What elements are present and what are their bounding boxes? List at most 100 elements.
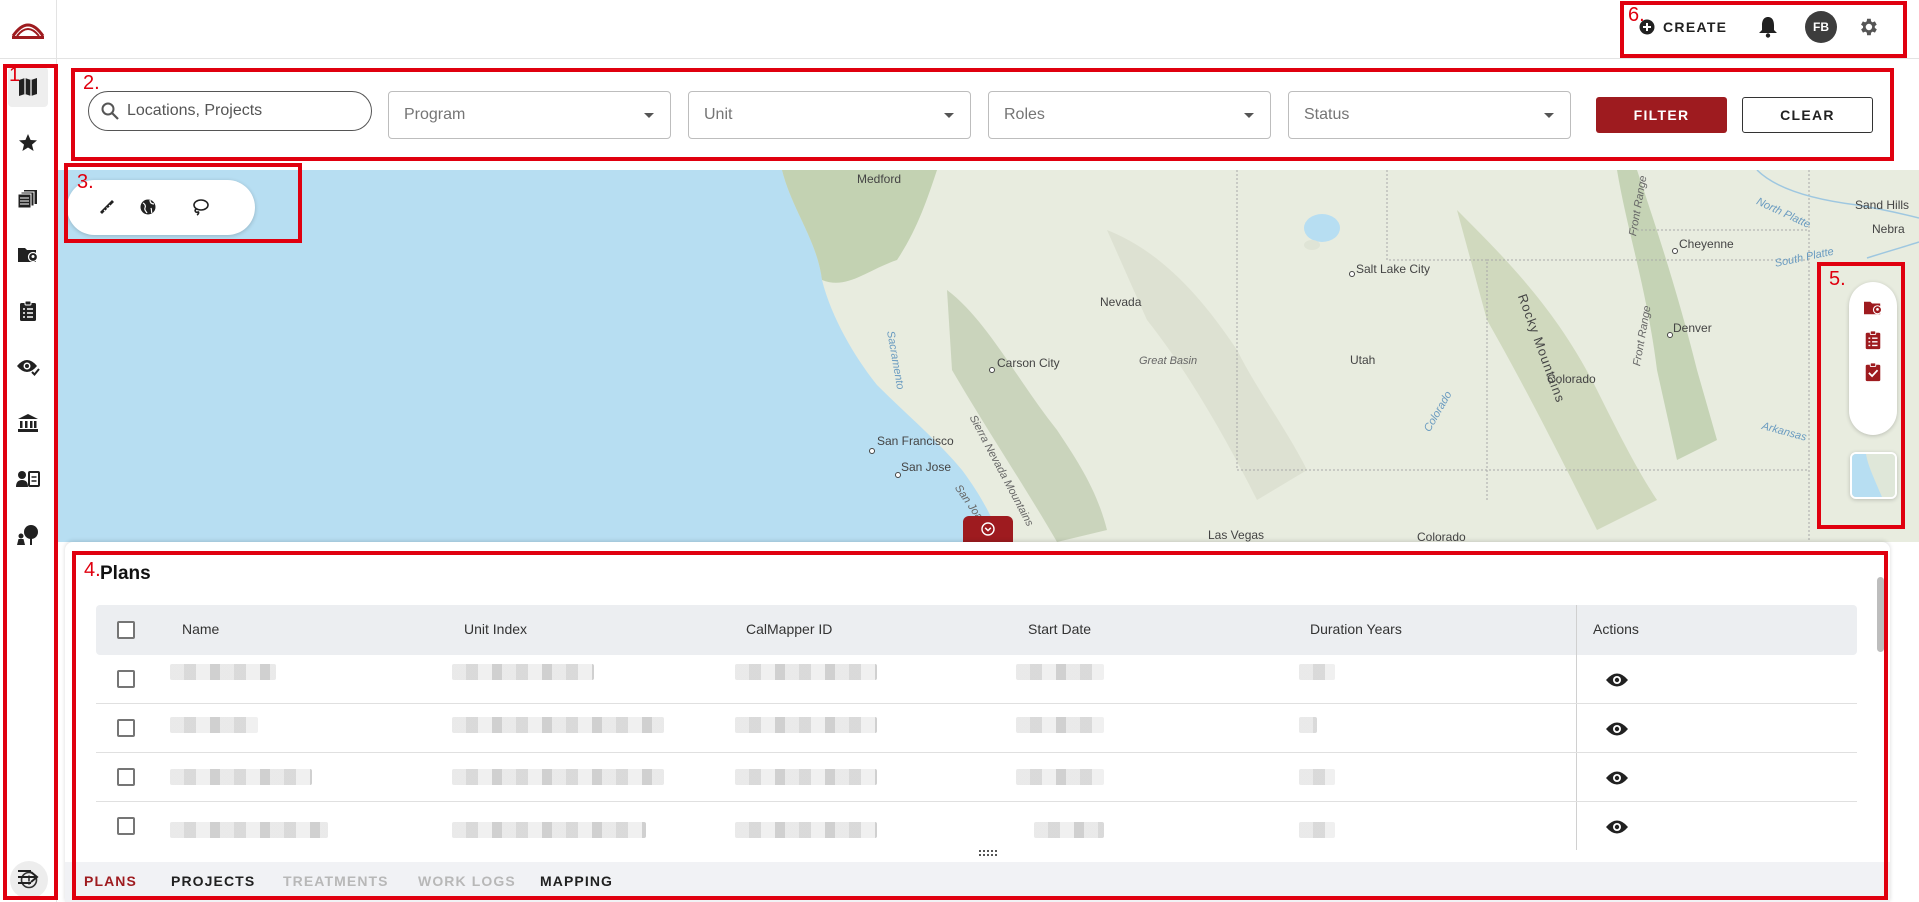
sidebar-item-projects[interactable] xyxy=(8,235,48,275)
bank-icon xyxy=(18,414,38,432)
sidebar-item-institutions[interactable] xyxy=(8,403,48,443)
city-marker xyxy=(1672,248,1678,254)
annotation-label-5: 5. xyxy=(1829,268,1846,290)
search-field[interactable] xyxy=(88,91,372,131)
sidebar-item-plans[interactable] xyxy=(8,179,48,219)
city-marker xyxy=(869,448,875,454)
map-label: San Francisco xyxy=(877,434,954,448)
active-tab-indicator xyxy=(72,897,154,900)
column-header-unit-index[interactable]: Unit Index xyxy=(464,621,527,637)
map-label: Las Vegas xyxy=(1208,528,1265,542)
redacted-cell xyxy=(452,822,646,838)
annotation-label-4: 4. xyxy=(84,559,101,581)
projects-layer-toggle[interactable] xyxy=(1861,296,1885,320)
collapse-map-button[interactable] xyxy=(963,516,1013,542)
chevron-down-icon xyxy=(1244,113,1254,118)
tab-treatments: TREATMENTS xyxy=(283,873,389,889)
map-label: Colorado xyxy=(1417,530,1466,542)
measure-tool[interactable] xyxy=(93,193,121,221)
redacted-cell xyxy=(1034,822,1104,838)
tree-person-icon xyxy=(17,525,38,545)
tab-projects[interactable]: PROJECTS xyxy=(171,873,255,889)
city-marker xyxy=(1349,271,1355,277)
column-header-duration-years[interactable]: Duration Years xyxy=(1310,621,1402,637)
tab-work-logs: WORK LOGS xyxy=(418,873,516,889)
column-header-name[interactable]: Name xyxy=(182,621,219,637)
sidebar-item-favorites[interactable] xyxy=(8,123,48,163)
sidebar-item-inspections[interactable] xyxy=(8,347,48,387)
row-checkbox[interactable] xyxy=(117,817,135,835)
view-button[interactable] xyxy=(1604,817,1630,837)
program-select[interactable]: Program xyxy=(388,91,671,139)
chevron-down-icon xyxy=(944,113,954,118)
row-checkbox[interactable] xyxy=(117,719,135,737)
globe-icon xyxy=(140,199,156,215)
eye-icon xyxy=(1606,820,1628,834)
view-button[interactable] xyxy=(1604,768,1630,788)
notifications-button[interactable] xyxy=(1753,12,1783,42)
app-logo[interactable] xyxy=(0,0,57,59)
redacted-cell xyxy=(1299,717,1317,733)
tab-plans[interactable]: PLANS xyxy=(84,873,137,889)
select-all-checkbox[interactable] xyxy=(117,621,135,639)
map-label: San Jose xyxy=(901,460,952,474)
redacted-cell xyxy=(1016,769,1104,785)
redacted-cell xyxy=(735,769,877,785)
star-icon xyxy=(19,134,37,151)
column-header-actions: Actions xyxy=(1593,621,1639,637)
settings-button[interactable] xyxy=(1853,12,1883,42)
worklogs-layer-toggle[interactable] xyxy=(1861,360,1885,384)
table-row[interactable] xyxy=(96,655,1857,704)
map-label: Cheyenne xyxy=(1679,237,1734,251)
map-label: Salt Lake City xyxy=(1356,262,1431,276)
lasso-tool[interactable] xyxy=(186,193,214,221)
lasso-icon xyxy=(193,199,209,216)
ruler-icon xyxy=(100,200,114,214)
create-button[interactable]: CREATE xyxy=(1633,12,1733,42)
treatments-layer-toggle[interactable] xyxy=(1861,328,1885,352)
map-canvas[interactable]: Medford Nevada Salt Lake City Carson Cit… xyxy=(57,170,1919,542)
redacted-cell xyxy=(735,664,877,680)
redacted-cell xyxy=(735,822,877,838)
vertical-scrollbar[interactable] xyxy=(1877,577,1884,652)
clear-button[interactable]: CLEAR xyxy=(1742,97,1873,133)
basemap-toggle[interactable] xyxy=(1850,452,1897,499)
map-label: Denver xyxy=(1673,321,1712,335)
user-avatar[interactable]: FB xyxy=(1805,11,1837,43)
column-header-calmapper-id[interactable]: CalMapper ID xyxy=(746,621,832,637)
contact-card-icon xyxy=(16,471,40,487)
unit-select[interactable]: Unit xyxy=(688,91,971,139)
map-label: Utah xyxy=(1350,353,1376,367)
table-row[interactable] xyxy=(96,704,1857,753)
sidebar-item-contacts[interactable] xyxy=(8,459,48,499)
sidebar-item-treatments[interactable] xyxy=(8,291,48,331)
row-checkbox[interactable] xyxy=(117,670,135,688)
filter-button[interactable]: FILTER xyxy=(1596,97,1727,133)
table-row[interactable] xyxy=(96,753,1857,802)
clipboard-list-icon xyxy=(20,300,36,321)
map-label: Great Basin xyxy=(1139,355,1198,367)
bell-icon xyxy=(1759,17,1777,38)
row-checkbox[interactable] xyxy=(117,768,135,786)
column-header-start-date[interactable]: Start Date xyxy=(1028,621,1091,637)
view-button[interactable] xyxy=(1604,670,1630,690)
expand-sidebar-button[interactable] xyxy=(8,857,48,897)
unit-select-label: Unit xyxy=(704,106,733,123)
sidebar-item-forestry[interactable] xyxy=(8,515,48,555)
tab-mapping[interactable]: MAPPING xyxy=(540,873,613,889)
chevron-down-icon xyxy=(1544,113,1554,118)
map-label: Medford xyxy=(857,172,902,186)
redacted-cell xyxy=(170,769,312,785)
globe-tool[interactable] xyxy=(134,193,162,221)
drag-dots-icon xyxy=(979,850,997,856)
roles-select[interactable]: Roles xyxy=(988,91,1271,139)
status-select[interactable]: Status xyxy=(1288,91,1571,139)
stacked-documents-icon xyxy=(17,190,37,209)
view-button[interactable] xyxy=(1604,719,1630,739)
search-input[interactable] xyxy=(127,102,347,120)
redacted-cell xyxy=(1299,664,1335,680)
folder-location-icon xyxy=(18,248,39,263)
redacted-cell xyxy=(452,717,664,733)
table-row[interactable] xyxy=(96,802,1857,851)
resize-handle[interactable] xyxy=(978,844,998,856)
